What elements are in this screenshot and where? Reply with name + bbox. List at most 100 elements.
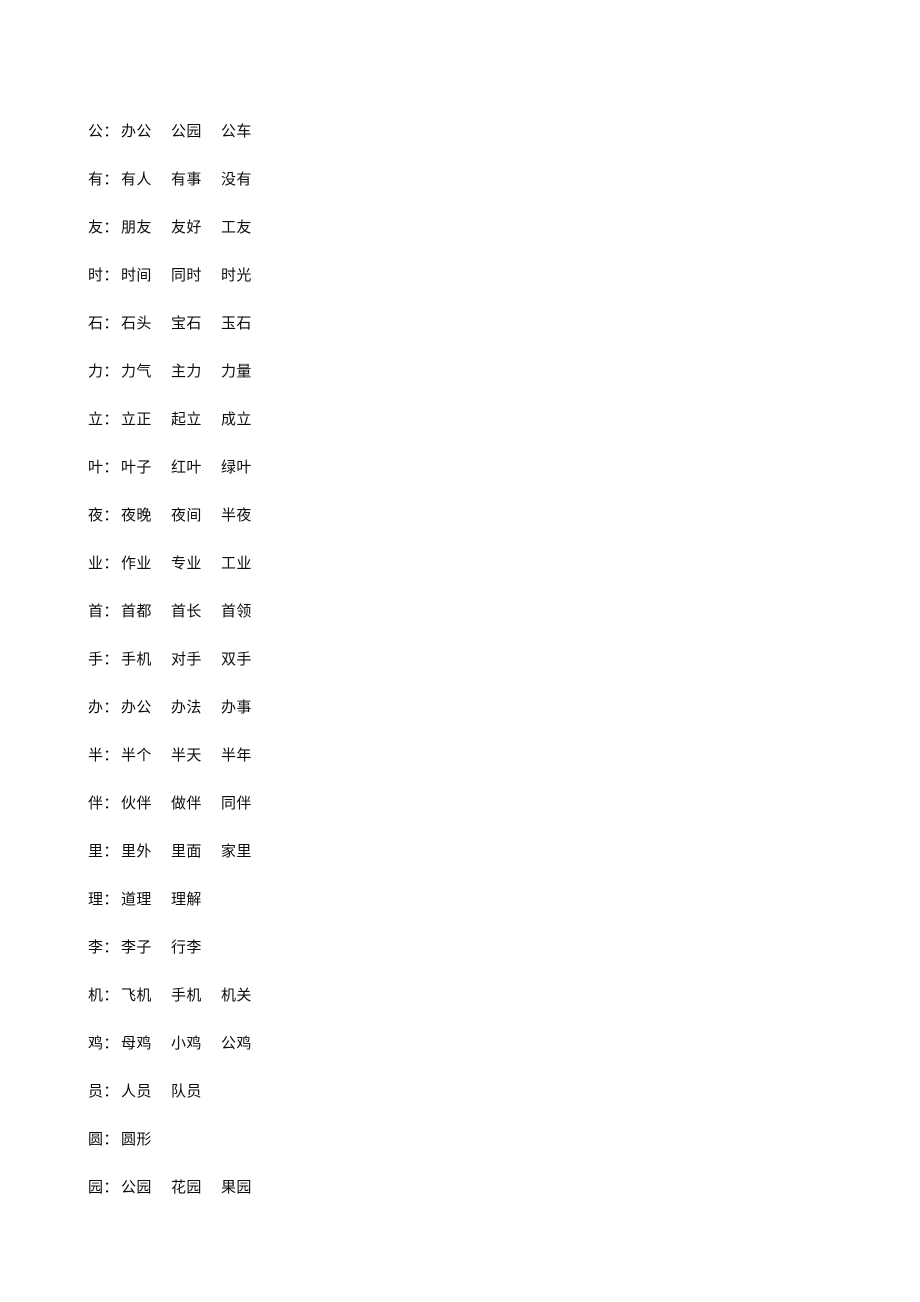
headword-separator: ： — [103, 842, 119, 860]
headword-character: 时 — [88, 266, 104, 284]
vocabulary-word: 里外 — [121, 842, 152, 860]
headword-separator: ： — [103, 746, 119, 764]
headword-group: 员： — [88, 1067, 121, 1115]
vocabulary-word: 友好 — [171, 218, 202, 236]
headword-separator: ： — [103, 1082, 119, 1100]
vocabulary-row: 石： 石头 宝石 玉石 — [88, 299, 868, 347]
vocabulary-word: 公园 — [121, 1178, 152, 1196]
vocabulary-word: 花园 — [171, 1178, 202, 1196]
vocabulary-row: 李： 李子 行李 — [88, 923, 868, 971]
headword-separator: ： — [103, 938, 119, 956]
headword-separator: ： — [103, 1130, 119, 1148]
vocabulary-word: 办法 — [171, 698, 202, 716]
vocabulary-word: 首领 — [221, 602, 252, 620]
headword-separator: ： — [103, 554, 119, 572]
vocabulary-word: 小鸡 — [171, 1034, 202, 1052]
headword-character: 手 — [88, 650, 104, 668]
headword-group: 夜： — [88, 491, 121, 539]
vocabulary-word: 石头 — [121, 314, 152, 332]
vocabulary-row: 有： 有人 有事 没有 — [88, 155, 868, 203]
vocabulary-word: 专业 — [171, 554, 202, 572]
headword-separator: ： — [103, 122, 119, 140]
vocabulary-word: 立正 — [121, 410, 152, 428]
headword-character: 叶 — [88, 458, 104, 476]
vocabulary-row: 业： 作业 专业 工业 — [88, 539, 868, 587]
headword-group: 伴： — [88, 779, 121, 827]
vocabulary-word: 没有 — [221, 170, 252, 188]
headword-character: 办 — [88, 698, 104, 716]
vocabulary-word: 半年 — [221, 746, 252, 764]
vocabulary-word: 时间 — [121, 266, 152, 284]
vocabulary-word: 做伴 — [171, 794, 202, 812]
headword-character: 员 — [88, 1082, 104, 1100]
headword-separator: ： — [103, 650, 119, 668]
headword-character: 石 — [88, 314, 104, 332]
headword-character: 圆 — [88, 1130, 104, 1148]
vocabulary-word: 首都 — [121, 602, 152, 620]
vocabulary-row: 员： 人员 队员 — [88, 1067, 868, 1115]
vocabulary-word: 公鸡 — [221, 1034, 252, 1052]
vocabulary-word: 主力 — [171, 362, 202, 380]
vocabulary-word: 作业 — [121, 554, 152, 572]
vocabulary-word: 首长 — [171, 602, 202, 620]
headword-character: 夜 — [88, 506, 104, 524]
vocabulary-word: 手机 — [171, 986, 202, 1004]
vocabulary-row: 理： 道理 理解 — [88, 875, 868, 923]
vocabulary-word: 有人 — [121, 170, 152, 188]
document-page: 公： 办公 公园 公车 有： 有人 有事 没有 友： 朋友 友好 工友 时： 时间 同时 时光 石： 石头 宝石 玉石… — [0, 0, 920, 1302]
vocabulary-word: 有事 — [171, 170, 202, 188]
vocabulary-word: 绿叶 — [221, 458, 252, 476]
vocabulary-word: 力量 — [221, 362, 252, 380]
headword-group: 里： — [88, 827, 121, 875]
vocabulary-word: 人员 — [121, 1082, 152, 1100]
headword-group: 半： — [88, 731, 121, 779]
vocabulary-word: 力气 — [121, 362, 152, 380]
headword-separator: ： — [103, 602, 119, 620]
vocabulary-row: 力： 力气 主力 力量 — [88, 347, 868, 395]
vocabulary-row: 机： 飞机 手机 机关 — [88, 971, 868, 1019]
vocabulary-row: 夜： 夜晚 夜间 半夜 — [88, 491, 868, 539]
headword-group: 叶： — [88, 443, 121, 491]
vocabulary-word: 行李 — [171, 938, 202, 956]
headword-separator: ： — [103, 698, 119, 716]
vocabulary-word: 起立 — [171, 410, 202, 428]
vocabulary-word: 办公 — [121, 698, 152, 716]
headword-group: 理： — [88, 875, 121, 923]
vocabulary-word: 夜间 — [171, 506, 202, 524]
vocabulary-word: 半个 — [121, 746, 152, 764]
headword-character: 园 — [88, 1178, 104, 1196]
headword-separator: ： — [103, 794, 119, 812]
vocabulary-word: 队员 — [171, 1082, 202, 1100]
vocabulary-word: 同伴 — [221, 794, 252, 812]
headword-separator: ： — [103, 410, 119, 428]
vocabulary-row: 叶： 叶子 红叶 绿叶 — [88, 443, 868, 491]
vocabulary-word: 果园 — [221, 1178, 252, 1196]
headword-group: 手： — [88, 635, 121, 683]
headword-character: 首 — [88, 602, 104, 620]
vocabulary-word: 手机 — [121, 650, 152, 668]
vocabulary-row: 公： 办公 公园 公车 — [88, 107, 868, 155]
headword-group: 首： — [88, 587, 121, 635]
vocabulary-word: 伙伴 — [121, 794, 152, 812]
headword-character: 机 — [88, 986, 104, 1004]
vocabulary-row: 办： 办公 办法 办事 — [88, 683, 868, 731]
headword-group: 立： — [88, 395, 121, 443]
headword-character: 鸡 — [88, 1034, 104, 1052]
headword-character: 业 — [88, 554, 104, 572]
vocabulary-word: 李子 — [121, 938, 152, 956]
vocabulary-word: 办事 — [221, 698, 252, 716]
vocabulary-word: 双手 — [221, 650, 252, 668]
vocabulary-word: 公园 — [171, 122, 202, 140]
headword-character: 力 — [88, 362, 104, 380]
vocabulary-word: 朋友 — [121, 218, 152, 236]
headword-separator: ： — [103, 266, 119, 284]
headword-group: 办： — [88, 683, 121, 731]
headword-character: 里 — [88, 842, 104, 860]
vocabulary-word: 飞机 — [121, 986, 152, 1004]
vocabulary-word: 理解 — [171, 890, 202, 908]
headword-separator: ： — [103, 1178, 119, 1196]
headword-separator: ： — [103, 314, 119, 332]
headword-group: 鸡： — [88, 1019, 121, 1067]
vocabulary-word: 宝石 — [171, 314, 202, 332]
vocabulary-word: 半天 — [171, 746, 202, 764]
